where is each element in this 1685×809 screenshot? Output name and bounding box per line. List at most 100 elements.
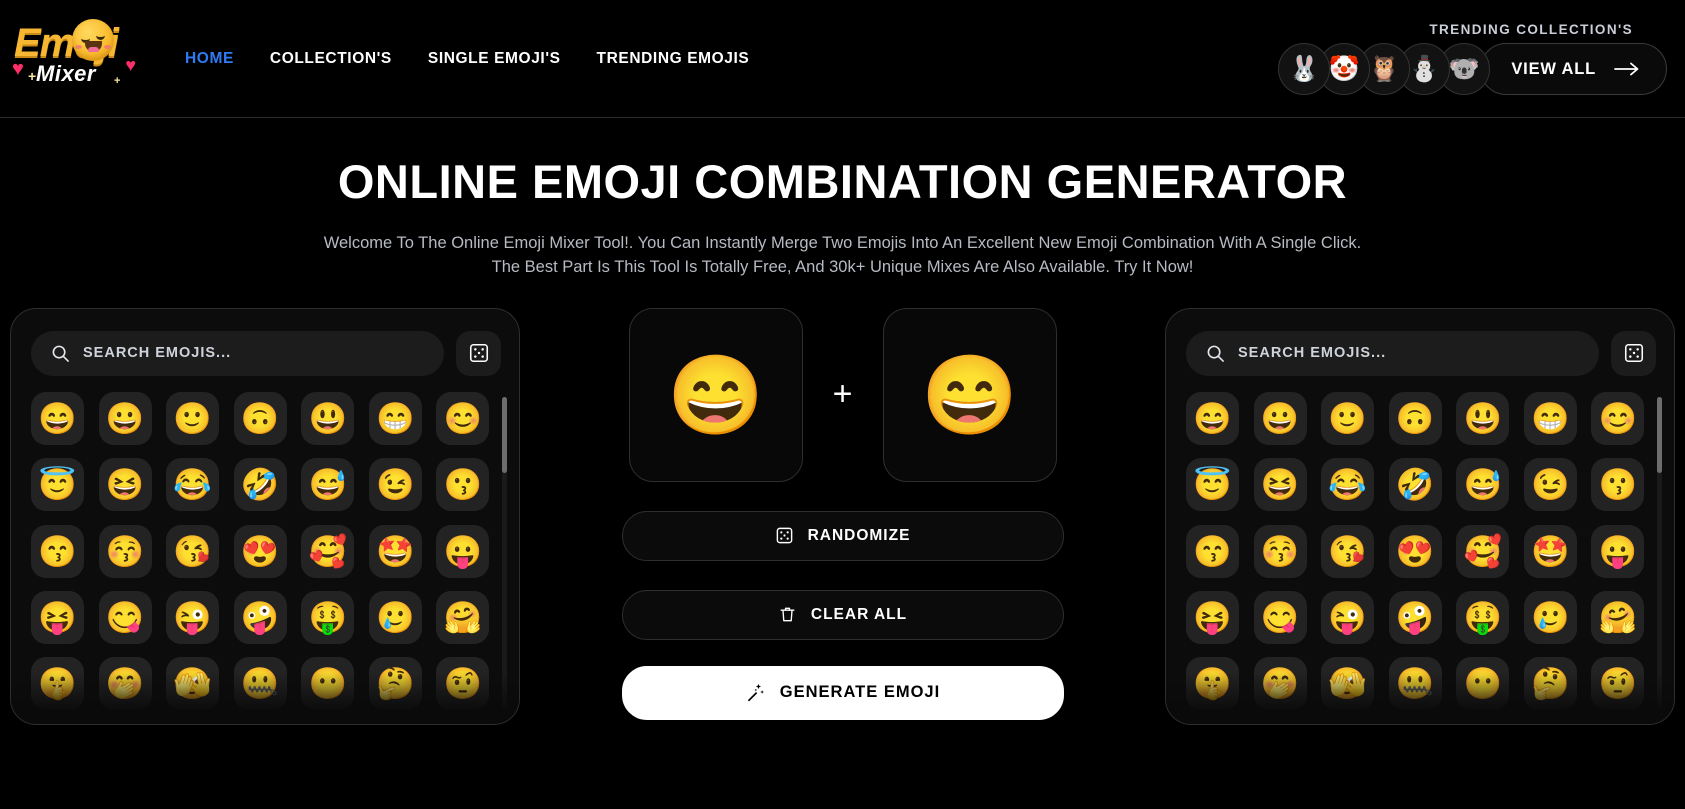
emoji-slot-one[interactable]: 😄 xyxy=(628,307,803,482)
emoji-slot-two[interactable]: 😄 xyxy=(882,307,1057,482)
emoji-cell[interactable]: 🥲 xyxy=(1523,591,1577,644)
emoji-grid-scrollbar-right[interactable] xyxy=(1657,396,1662,708)
emoji-cell[interactable]: 😜 xyxy=(166,591,220,644)
emoji-cell[interactable]: 😃 xyxy=(1456,391,1510,445)
emoji-cell[interactable]: 😂 xyxy=(166,458,220,512)
site-logo[interactable]: Emoji ♥ ♥ + Mixer + xyxy=(10,13,138,101)
emoji-cell[interactable]: 🤭 xyxy=(1253,657,1307,711)
emoji-cell[interactable]: 😝 xyxy=(31,591,84,644)
hero-subtitle: Welcome To The Online Emoji Mixer Tool!.… xyxy=(323,234,1362,277)
randomize-dice-button-left[interactable] xyxy=(456,330,501,376)
emoji-cell[interactable]: 🤑 xyxy=(1456,591,1510,644)
emoji-cell[interactable]: 🤨 xyxy=(1591,657,1645,711)
emoji-cell[interactable]: 🤗 xyxy=(1591,591,1645,644)
clear-all-button[interactable]: CLEAR ALL xyxy=(621,589,1064,640)
emoji-cell[interactable]: 😉 xyxy=(1523,458,1577,512)
emoji-cell[interactable]: 😀 xyxy=(98,391,152,445)
emoji-cell[interactable]: 🫣 xyxy=(166,657,220,711)
emoji-cell[interactable]: 🥲 xyxy=(368,591,422,644)
scrollbar-thumb[interactable] xyxy=(1657,396,1662,473)
emoji-cell[interactable]: 😁 xyxy=(1523,391,1577,445)
emoji-cell[interactable]: 😃 xyxy=(301,391,355,445)
emoji-cell[interactable]: 😅 xyxy=(1456,458,1510,512)
emoji-cell[interactable]: 😗 xyxy=(1591,458,1645,512)
emoji-cell[interactable]: 🥰 xyxy=(1456,524,1510,578)
emoji-cell[interactable]: 😛 xyxy=(436,524,490,578)
scrollbar-thumb[interactable] xyxy=(502,396,507,473)
nav-item-single-emojis[interactable]: SINGLE EMOJI'S xyxy=(428,50,561,68)
emoji-cell[interactable]: 😙 xyxy=(31,524,84,578)
emoji-picker-right: SEARCH EMOJIS... 😄😀🙂🙃😃😁😊😇😆😂🤣😅😉😗😙😚😘� xyxy=(1165,307,1675,725)
emoji-cell[interactable]: 😅 xyxy=(301,458,355,512)
mixer-main-area: SEARCH EMOJIS... 😄😀🙂🙃😃😁😊😇😆😂🤣😅😉😗😙😚😘� xyxy=(0,280,1685,725)
emoji-cell[interactable]: 😇 xyxy=(31,458,84,512)
emoji-cell[interactable]: 😗 xyxy=(436,458,490,512)
nav-item-collections[interactable]: COLLECTION'S xyxy=(270,50,392,68)
emoji-cell[interactable]: 🫣 xyxy=(1321,657,1375,711)
emoji-cell[interactable]: 😂 xyxy=(1321,458,1375,512)
emoji-cell[interactable]: 🤣 xyxy=(233,458,287,512)
emoji-cell[interactable]: 🙂 xyxy=(166,391,220,445)
emoji-grid-right[interactable]: 😄 😀 🙂 🙃 😃 😁 😊 😇 😆 😂 🤣 😅 😉 😗 😙 😚 😘 😍 🥰 🤩 😛 😝 😋 😜 🤪 🤑 🥲 🤗 🤫 🤭 🫣 🤐 😶 🤔 🤨 xyxy=(1186,391,1662,712)
emoji-cell[interactable]: 😉 xyxy=(368,458,422,512)
emoji-cell[interactable]: 🤨 xyxy=(436,657,490,711)
emoji-cell[interactable]: 😙 xyxy=(1186,524,1239,578)
emoji-cell[interactable]: 🙂 xyxy=(1321,391,1375,445)
emoji-cell[interactable]: 🤫 xyxy=(31,657,84,711)
emoji-cell[interactable]: 😁 xyxy=(368,391,422,445)
picker-left-toolbar: SEARCH EMOJIS... xyxy=(31,330,507,376)
emoji-grid-left[interactable]: 😄 😀 🙂 🙃 😃 😁 😊 😇 😆 😂 🤣 😅 😉 😗 😙 😚 😘 😍 🥰 🤩 😛 😝 😋 😜 🤪 🤑 🥲 🤗 🤫 🤭 🫣 🤐 😶 🤔 🤨 xyxy=(31,391,507,712)
emoji-cell[interactable]: 🤐 xyxy=(1388,657,1442,711)
emoji-cell[interactable]: 😆 xyxy=(1253,458,1307,512)
emoji-cell[interactable]: 🤐 xyxy=(233,657,287,711)
emoji-cell[interactable]: 😋 xyxy=(98,591,152,644)
emoji-cell[interactable]: 🙃 xyxy=(1388,391,1442,445)
emoji-cell[interactable]: 😍 xyxy=(233,524,287,578)
search-icon xyxy=(1206,344,1225,363)
emoji-cell[interactable]: 😘 xyxy=(166,524,220,578)
avatar-rabbit-sunglasses[interactable]: 🐰 xyxy=(1278,43,1331,95)
emoji-cell[interactable]: 😊 xyxy=(436,391,490,445)
emoji-cell[interactable]: 😘 xyxy=(1321,524,1375,578)
emoji-cell[interactable]: 😄 xyxy=(1186,391,1239,445)
emoji-cell[interactable]: 😶 xyxy=(1456,657,1510,711)
emoji-cell[interactable]: 😆 xyxy=(98,458,152,512)
randomize-dice-button-right[interactable] xyxy=(1611,330,1656,376)
emoji-cell[interactable]: 🤗 xyxy=(436,591,490,644)
emoji-cell[interactable]: 🙃 xyxy=(233,391,287,445)
generate-emoji-button[interactable]: GENERATE EMOJI xyxy=(621,665,1064,720)
emoji-cell[interactable]: 😀 xyxy=(1253,391,1307,445)
emoji-cell[interactable]: 🤑 xyxy=(301,591,355,644)
trash-icon xyxy=(778,605,797,624)
emoji-cell[interactable]: 😚 xyxy=(98,524,152,578)
search-input-right[interactable]: SEARCH EMOJIS... xyxy=(1186,330,1599,376)
search-input-left[interactable]: SEARCH EMOJIS... xyxy=(31,330,444,376)
view-all-button[interactable]: VIEW ALL xyxy=(1480,43,1667,95)
header-trending-section: TRENDING COLLECTION'S 🐰 🤡 🦉 ⛄ 🐨 VIEW ALL xyxy=(1278,22,1671,95)
randomize-button[interactable]: RANDOMIZE xyxy=(621,510,1064,561)
emoji-cell[interactable]: 🤣 xyxy=(1388,458,1442,512)
emoji-cell[interactable]: 🤭 xyxy=(98,657,152,711)
emoji-cell[interactable]: 😋 xyxy=(1253,591,1307,644)
emoji-cell[interactable]: 🤪 xyxy=(233,591,287,644)
emoji-cell[interactable]: 😊 xyxy=(1591,391,1645,445)
nav-item-home[interactable]: HOME xyxy=(185,50,234,68)
emoji-cell[interactable]: 😄 xyxy=(31,391,84,445)
emoji-cell[interactable]: 🤔 xyxy=(1523,657,1577,711)
emoji-grid-scrollbar-left[interactable] xyxy=(502,396,507,708)
emoji-cell[interactable]: 🤫 xyxy=(1186,657,1239,711)
emoji-cell[interactable]: 🥰 xyxy=(301,524,355,578)
emoji-cell[interactable]: 😝 xyxy=(1186,591,1239,644)
emoji-cell[interactable]: 🤪 xyxy=(1388,591,1442,644)
emoji-cell[interactable]: 😚 xyxy=(1253,524,1307,578)
emoji-cell[interactable]: 😛 xyxy=(1591,524,1645,578)
emoji-cell[interactable]: 🤔 xyxy=(368,657,422,711)
emoji-cell[interactable]: 🤩 xyxy=(368,524,422,578)
emoji-cell[interactable]: 😜 xyxy=(1321,591,1375,644)
emoji-cell[interactable]: 🤩 xyxy=(1523,524,1577,578)
emoji-cell[interactable]: 😶 xyxy=(301,657,355,711)
emoji-cell[interactable]: 😍 xyxy=(1388,524,1442,578)
emoji-cell[interactable]: 😇 xyxy=(1186,458,1239,512)
picker-right-toolbar: SEARCH EMOJIS... xyxy=(1186,330,1662,376)
nav-item-trending-emojis[interactable]: TRENDING EMOJIS xyxy=(597,50,750,68)
